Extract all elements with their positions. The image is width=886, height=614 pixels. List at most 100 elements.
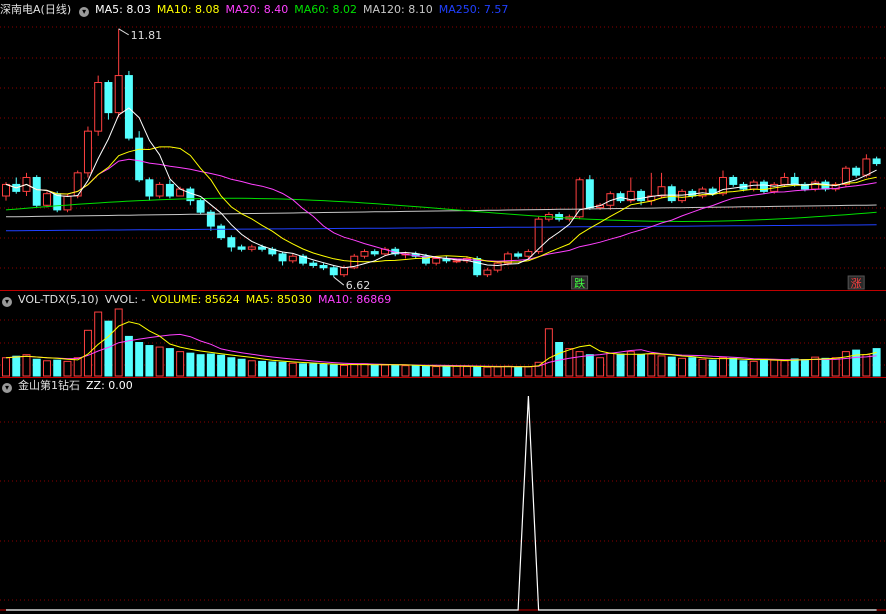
volume-bar (678, 357, 687, 377)
candle-body (340, 267, 348, 276)
volume-bar (514, 366, 523, 377)
candle-body (32, 176, 41, 206)
candle-body (483, 269, 492, 276)
volume-bar (196, 354, 205, 377)
candle-body (370, 251, 379, 255)
volume-bar (544, 328, 553, 377)
volume-bar (442, 365, 451, 377)
candle-body (94, 82, 103, 132)
candle-body (862, 158, 871, 176)
volume-bar (237, 358, 246, 377)
volume-bar (503, 365, 512, 377)
volume-bar (135, 342, 144, 377)
candle-body (145, 179, 154, 197)
candle-body (637, 190, 646, 202)
volume-bar (831, 357, 840, 377)
volume-bar (42, 360, 51, 377)
candle-body (780, 176, 789, 185)
volume-bar (729, 357, 738, 377)
candle-body (155, 183, 164, 197)
candle-body (278, 253, 287, 262)
volume-bar (22, 354, 31, 377)
volume-bar (821, 357, 830, 377)
volume-bar (626, 351, 635, 377)
candle-body (729, 176, 738, 185)
volume-bar (493, 366, 502, 377)
candle-body (63, 195, 72, 211)
volume-bar (616, 353, 625, 377)
candle-body (493, 262, 502, 271)
volume-bar (688, 357, 697, 377)
volume-bar (299, 363, 308, 377)
candle-body (135, 137, 144, 181)
candle-body (585, 179, 594, 209)
volume-bar (350, 363, 359, 377)
candle-body (114, 75, 123, 114)
volume-bar (596, 357, 605, 377)
volume-bar (370, 364, 379, 377)
volume-bar (278, 361, 287, 377)
volume-bar (145, 345, 154, 377)
volume-bar (227, 357, 236, 377)
candle-body (852, 167, 861, 176)
ma5-legend: MA5: 8.03 (95, 3, 151, 16)
candle-body (719, 176, 727, 195)
volume-bar (790, 358, 799, 377)
volume-bar (647, 353, 656, 377)
volume-bar (719, 357, 727, 377)
volume-bar (667, 356, 676, 377)
candle-body (432, 258, 441, 264)
price-chart[interactable]: 11.81 6.62 跌 涨 (0, 0, 886, 290)
chevron-down-icon[interactable]: ▾ (2, 383, 12, 393)
candle-body (790, 176, 799, 185)
indicator-name: 金山第1钻石 (18, 379, 80, 392)
volume-bar (565, 348, 574, 377)
candle-body (83, 130, 92, 174)
volume-bar (606, 352, 615, 377)
low-price-label: 6.62 (346, 279, 371, 290)
low-pointer (333, 276, 345, 286)
volume-bar (63, 360, 72, 377)
ma60-legend: MA60: 8.02 (294, 3, 357, 16)
volume-bar (360, 363, 369, 377)
volume-bar (462, 366, 471, 377)
volume-bar (258, 360, 267, 377)
indicator-header: ▾ 金山第1钻石 ZZ: 0.00 (0, 378, 886, 394)
chevron-down-icon[interactable]: ▾ (79, 7, 90, 17)
volume-bar (852, 349, 861, 377)
ma120-line (5, 204, 877, 218)
volume-bar (841, 351, 850, 377)
volume-bar (53, 359, 62, 377)
volume-bar (770, 359, 779, 377)
chevron-down-icon[interactable]: ▾ (2, 297, 12, 307)
candle-body (2, 183, 10, 197)
rise-marker: 涨 (851, 277, 862, 290)
candle-body (217, 225, 226, 239)
volume-bar (165, 348, 174, 377)
volume-bar (186, 352, 195, 377)
candle-body (227, 237, 236, 248)
vol-ma10-legend: MA10: 86869 (318, 293, 392, 306)
candle-body (247, 246, 256, 250)
volume-bar (575, 351, 584, 377)
ma250-legend: MA250: 7.57 (438, 3, 509, 16)
candle-body (237, 246, 246, 250)
vol-indicator-name: VOL-TDX(5,10) (18, 293, 99, 306)
candle-body (667, 186, 676, 202)
candle-body (196, 200, 205, 213)
vvol-legend: VVOL: - (104, 293, 146, 306)
volume-bar (411, 365, 420, 377)
candle-body (872, 158, 881, 165)
candle-body (514, 253, 523, 257)
indicator-chart[interactable] (0, 378, 886, 614)
volume-bar (176, 351, 185, 377)
volume-bar (2, 357, 10, 377)
candle-body (104, 82, 113, 114)
volume-legend: VOLUME: 85624 (151, 293, 240, 306)
candle-body (524, 251, 533, 257)
volume-bar (319, 363, 328, 377)
volume-bar (124, 335, 133, 377)
zz-legend: ZZ: 0.00 (86, 379, 133, 392)
volume-bar (432, 366, 441, 377)
volume-bar (340, 364, 348, 377)
